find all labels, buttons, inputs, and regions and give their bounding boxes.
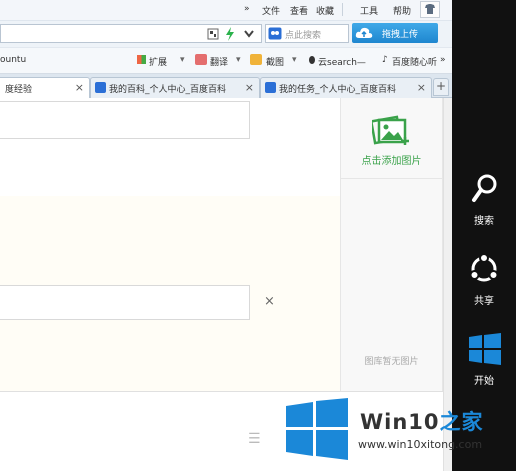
upload-label: 拖拽上传 xyxy=(382,30,419,40)
bookmark-cloud-search[interactable]: 云search— xyxy=(318,55,366,68)
screenshot-icon xyxy=(250,54,262,65)
extensions-icon xyxy=(137,55,146,64)
remove-button[interactable]: × xyxy=(264,294,275,309)
baidu-paw-icon xyxy=(265,82,276,93)
address-field[interactable] xyxy=(0,24,262,43)
menu-file[interactable]: 文件 xyxy=(262,4,280,17)
compat-icon[interactable] xyxy=(207,28,219,40)
charm-search[interactable]: 搜索 xyxy=(452,170,516,230)
bookmark-baidu-music[interactable]: 百度随心听 xyxy=(392,55,437,68)
bookmarks-more[interactable]: » xyxy=(440,55,446,65)
bookmark-extensions[interactable]: 扩展 xyxy=(149,55,167,68)
baidu-paw-icon xyxy=(95,82,106,93)
menu-help[interactable]: 帮助 xyxy=(393,4,411,17)
watermark-url: www.win10xitong.com xyxy=(358,438,483,451)
charm-search-label: 搜索 xyxy=(474,216,494,227)
windows-logo-icon xyxy=(469,333,501,365)
watermark-title-zhijia: 之家 xyxy=(439,410,484,434)
tab-baidu-jingyan[interactable]: 度经验 × xyxy=(0,77,90,100)
charm-start-label: 开始 xyxy=(474,376,494,387)
close-icon[interactable]: × xyxy=(245,81,254,94)
watermark-title: Win10之家 xyxy=(360,406,484,436)
tab-my-baike[interactable]: 我的百科_个人中心_百度百科 × xyxy=(90,77,260,99)
text-input[interactable] xyxy=(0,285,250,320)
charm-share[interactable]: 共享 xyxy=(452,250,516,310)
search-box[interactable]: 点此搜索 xyxy=(265,24,349,43)
charm-share-label: 共享 xyxy=(474,296,494,307)
bookmarks-bar: ountu 扩展 ▾ 翻译 ▾ 截图 ▾ 云search— ♪ 百度随心听 » xyxy=(0,47,452,74)
menu-separator xyxy=(342,3,343,16)
cloud-upload-icon xyxy=(355,27,373,38)
bookmark-ubuntu[interactable]: ountu xyxy=(0,55,26,65)
close-icon[interactable]: × xyxy=(75,81,84,94)
add-image-label[interactable]: 点击添加图片 xyxy=(345,152,438,167)
chevron-down-icon[interactable] xyxy=(244,30,254,38)
menu-bar: » 文件 查看 收藏 工具 帮助 xyxy=(0,0,452,20)
cloud-search-icon xyxy=(309,56,315,64)
menu-more-arrows[interactable]: » xyxy=(244,4,250,14)
bookmark-screenshot[interactable]: 截图 xyxy=(266,55,284,68)
skin-button[interactable] xyxy=(420,1,440,18)
search-placeholder: 点此搜索 xyxy=(285,31,322,41)
menu-tools[interactable]: 工具 xyxy=(360,4,378,17)
music-note-icon: ♪ xyxy=(382,55,388,65)
new-tab-button[interactable]: + xyxy=(433,78,449,96)
drag-upload-button[interactable]: 拖拽上传 xyxy=(352,23,438,43)
add-image-icon[interactable] xyxy=(372,113,412,147)
tab-my-tasks[interactable]: 我的任务_个人中心_百度百科 × xyxy=(260,77,432,99)
search-engine-icon[interactable] xyxy=(268,27,282,40)
translate-icon xyxy=(195,54,207,65)
tab-label: 我的任务_个人中心_百度百科 xyxy=(279,85,397,95)
chevron-down-icon[interactable]: ▾ xyxy=(180,55,185,65)
tab-strip: 度经验 × 我的百科_个人中心_百度百科 × 我的任务_个人中心_百度百科 × … xyxy=(0,74,452,100)
charms-bar: 搜索 共享 开始 xyxy=(452,0,516,471)
list-icon[interactable]: ☰ xyxy=(248,431,261,447)
menu-favorites[interactable]: 收藏 xyxy=(316,4,334,17)
divider xyxy=(0,391,452,392)
divider xyxy=(341,178,442,179)
charm-start[interactable]: 开始 xyxy=(452,330,516,390)
search-icon xyxy=(472,174,497,202)
close-icon[interactable]: × xyxy=(417,81,426,94)
bookmark-translate[interactable]: 翻译 xyxy=(210,55,228,68)
chevron-down-icon[interactable]: ▾ xyxy=(292,55,297,65)
tab-label: 度经验 xyxy=(5,85,33,95)
share-icon xyxy=(469,253,499,282)
chevron-down-icon[interactable]: ▾ xyxy=(236,55,241,65)
text-input[interactable] xyxy=(0,101,250,139)
lightning-icon[interactable] xyxy=(225,27,235,41)
tab-label: 我的百科_个人中心_百度百科 xyxy=(109,85,227,95)
watermark-title-win10: Win10 xyxy=(360,410,440,434)
no-image-label: 图库暂无图片 xyxy=(364,357,419,367)
win10-logo-watermark xyxy=(286,398,348,460)
menu-view[interactable]: 查看 xyxy=(290,4,308,17)
shirt-icon xyxy=(425,4,435,14)
